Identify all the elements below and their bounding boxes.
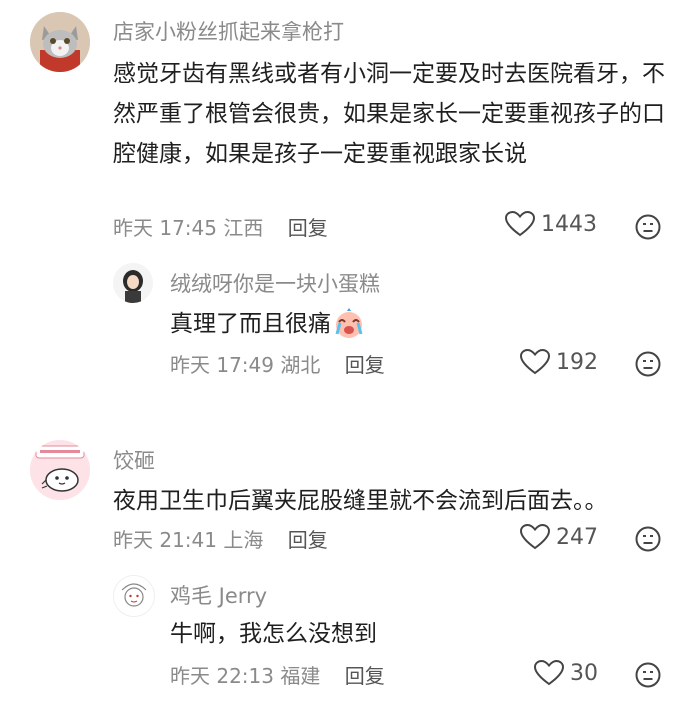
reply-meta: 昨天 22:13 福建 回复 (170, 660, 385, 689)
comment-author[interactable]: 店家小粉丝抓起来拿枪打 (113, 16, 344, 46)
heart-icon (520, 349, 550, 375)
heart-icon (520, 524, 550, 550)
avatar[interactable] (113, 575, 155, 617)
reply-meta: 昨天 17:49 湖北 回复 (170, 349, 385, 378)
cartoon-sticker-avatar-icon (30, 440, 90, 500)
reply-button[interactable]: 回复 (345, 353, 385, 377)
dislike-face-icon[interactable] (635, 214, 661, 240)
reply-location: 福建 (280, 664, 321, 688)
avatar[interactable] (30, 12, 90, 72)
comment-meta: 昨天 17:45 江西 回复 (113, 212, 328, 241)
like-button[interactable]: 247 (520, 524, 598, 550)
reply-button[interactable]: 回复 (288, 528, 328, 552)
reply-author[interactable]: 绒绒呀你是一块小蛋糕 (170, 268, 380, 298)
like-count: 30 (570, 660, 598, 686)
comment-meta: 昨天 21:41 上海 回复 (113, 524, 328, 553)
reply-text: 真理了而且很痛 (170, 311, 331, 337)
girl-avatar-icon (113, 263, 153, 303)
reply-time: 昨天 17:49 (170, 353, 274, 377)
dislike-face-icon[interactable] (635, 662, 661, 688)
reply-button[interactable]: 回复 (345, 664, 385, 688)
sketch-avatar-icon (114, 576, 154, 616)
like-count: 1443 (541, 211, 597, 237)
reply-button[interactable]: 回复 (288, 216, 328, 240)
reply-text-line: 真理了而且很痛 (170, 304, 365, 344)
dislike-face-icon[interactable] (635, 351, 661, 377)
like-count: 247 (556, 524, 598, 550)
avatar[interactable] (113, 263, 153, 303)
reply-time: 昨天 22:13 (170, 664, 274, 688)
heart-icon (505, 211, 535, 237)
like-button[interactable]: 192 (520, 349, 598, 375)
avatar[interactable] (30, 440, 90, 500)
comment-location: 江西 (223, 216, 264, 240)
cat-avatar-icon (30, 12, 90, 72)
reply-location: 湖北 (280, 353, 321, 377)
heart-icon (534, 660, 564, 686)
like-button[interactable]: 30 (534, 660, 598, 686)
comment-text: 夜用卫生巾后翼夹屁股缝里就不会流到后面去。。 (113, 488, 608, 514)
comment-time: 昨天 21:41 (113, 528, 217, 552)
like-count: 192 (556, 349, 598, 375)
dislike-face-icon[interactable] (635, 526, 661, 552)
like-button[interactable]: 1443 (505, 211, 597, 237)
comment-text: 感觉牙齿有黑线或者有小洞一定要及时去医院看牙，不然严重了根管会很贵，如果是家长一… (113, 61, 665, 167)
crying-face-emoji-icon (335, 308, 363, 338)
comment-time: 昨天 17:45 (113, 216, 217, 240)
comment-location: 上海 (223, 528, 264, 552)
reply-text: 牛啊，我怎么没想到 (170, 621, 377, 647)
comment-author[interactable]: 饺砸 (113, 445, 155, 475)
reply-author[interactable]: 鸡毛 Jerry (170, 580, 267, 610)
